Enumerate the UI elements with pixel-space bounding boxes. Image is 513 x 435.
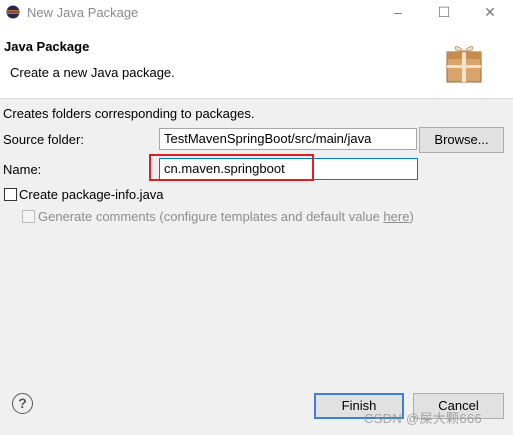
wizard-header: Java Package Create a new Java package.	[0, 26, 513, 99]
help-icon[interactable]: ?	[12, 393, 33, 414]
maximize-button[interactable]: ☐	[421, 0, 467, 26]
generate-comments-checkbox[interactable]	[22, 210, 35, 223]
close-button[interactable]: ✕	[467, 0, 513, 26]
intro-text: Creates folders corresponding to package…	[3, 106, 255, 121]
browse-button[interactable]: Browse...	[419, 127, 504, 153]
generate-comments-label: Generate comments (configure templates a…	[38, 209, 414, 224]
create-package-info-label[interactable]: Create package-info.java	[19, 187, 164, 202]
generate-comments-suffix: )	[409, 209, 414, 224]
source-folder-label: Source folder:	[3, 132, 84, 147]
wizard-description: Create a new Java package.	[10, 65, 175, 80]
configure-templates-link[interactable]: here	[383, 209, 409, 224]
generate-comments-text: Generate comments (configure templates a…	[38, 209, 384, 224]
watermark: CSDN @屎大颗666	[364, 411, 482, 426]
highlight-box	[149, 154, 314, 181]
name-label: Name:	[3, 162, 42, 177]
wizard-title: Java Package	[4, 39, 90, 54]
window-title: New Java Package	[27, 5, 139, 20]
package-wizard-banner-icon	[446, 46, 482, 83]
eclipse-icon	[6, 5, 20, 19]
source-folder-field[interactable]: TestMavenSpringBoot/src/main/java	[159, 128, 417, 150]
title-bar: New Java Package – ☐ ✕	[0, 0, 513, 26]
create-package-info-checkbox[interactable]	[4, 188, 17, 201]
minimize-button[interactable]: –	[375, 0, 421, 26]
